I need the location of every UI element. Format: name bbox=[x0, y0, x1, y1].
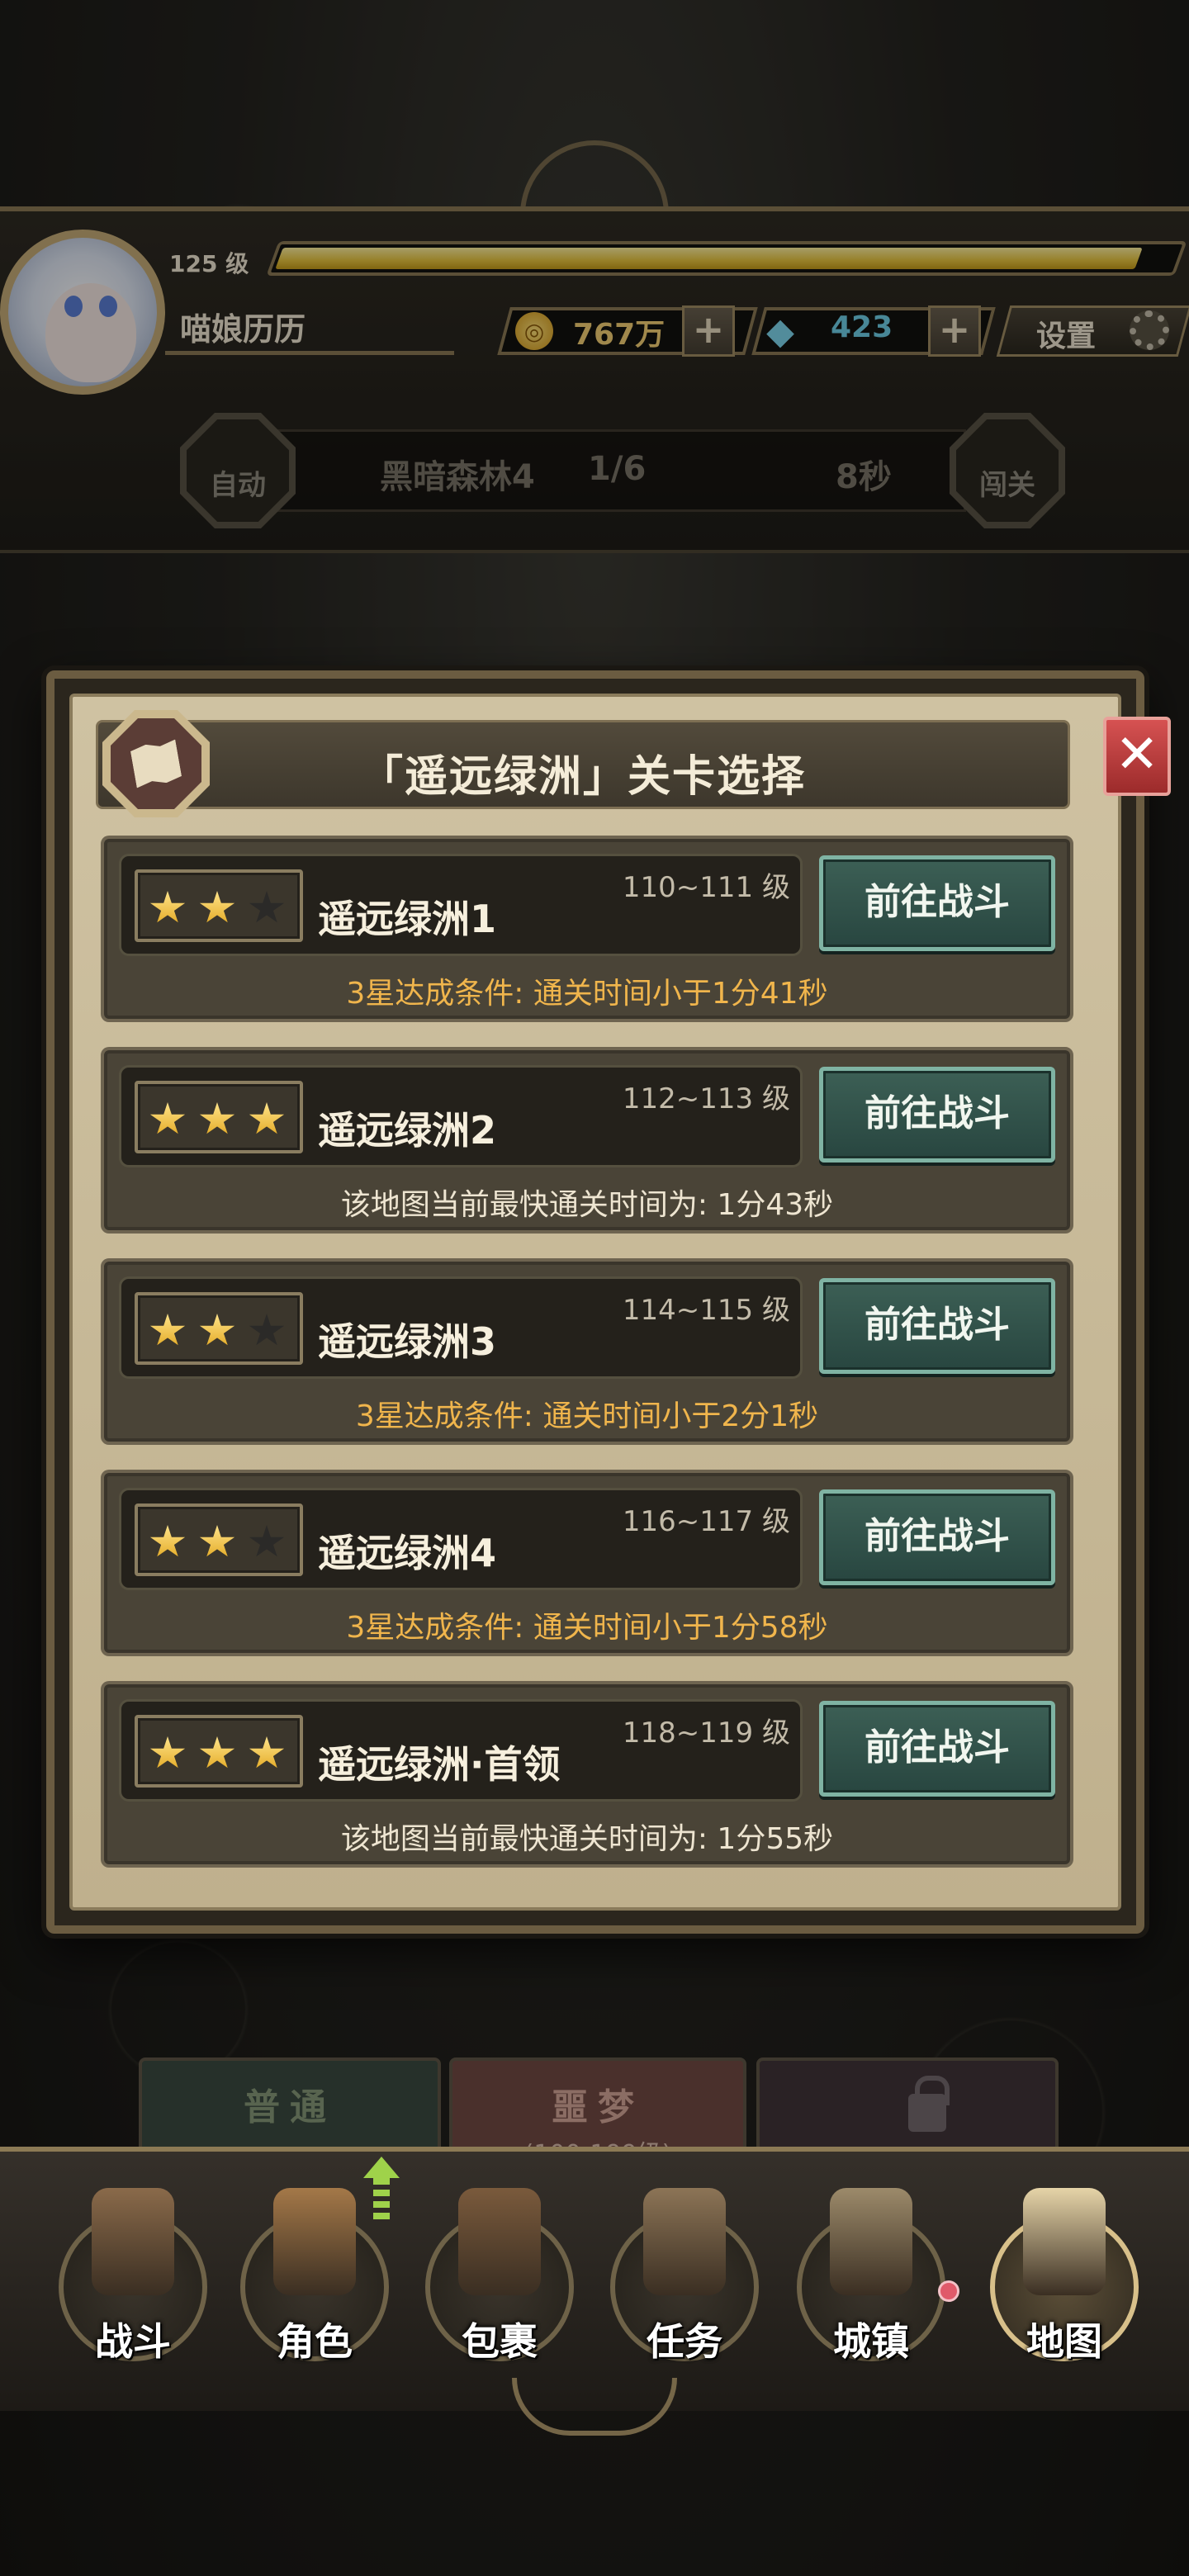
star-rating bbox=[135, 869, 303, 942]
stage-note: 3星达成条件: 通关时间小于2分1秒 bbox=[355, 1399, 819, 1433]
star-icon bbox=[149, 1314, 186, 1346]
stage-card: 遥远绿洲3 114~115 级前往战斗 3星达成条件: 通关时间小于2分1秒 bbox=[101, 1258, 1073, 1445]
nav-label: 地图 bbox=[1026, 2319, 1102, 2364]
go-to-battle-button[interactable]: 前往战斗 bbox=[819, 1278, 1055, 1374]
map-icon bbox=[1023, 2188, 1106, 2295]
stage-header: 遥远绿洲·首领 118~119 级 bbox=[119, 1699, 803, 1802]
stage-name: 遥远绿洲2 bbox=[318, 1108, 497, 1153]
star-icon bbox=[249, 1736, 285, 1769]
stage-card: 遥远绿洲2 112~113 级前往战斗该地图当前最快通关时间为: 1分43秒 bbox=[101, 1047, 1073, 1234]
star-rating bbox=[135, 1292, 303, 1365]
stage-name: 遥远绿洲3 bbox=[318, 1319, 497, 1364]
close-button[interactable]: ✕ bbox=[1103, 717, 1171, 796]
nav-label: 城镇 bbox=[833, 2319, 909, 2364]
nav-label: 任务 bbox=[647, 2319, 722, 2364]
stage-note: 3星达成条件: 通关时间小于1分58秒 bbox=[346, 1611, 828, 1645]
lock-icon bbox=[908, 2076, 950, 2132]
stage-card: 遥远绿洲·首领 118~119 级前往战斗该地图当前最快通关时间为: 1分55秒 bbox=[101, 1681, 1073, 1868]
star-rating bbox=[135, 1715, 303, 1788]
star-icon bbox=[199, 1314, 235, 1346]
nav-label: 战斗 bbox=[95, 2319, 171, 2364]
stage-header: 遥远绿洲1 110~111 级 bbox=[119, 854, 803, 956]
town-icon bbox=[830, 2188, 912, 2295]
star-icon bbox=[149, 1525, 186, 1557]
star-icon bbox=[149, 1736, 186, 1769]
stage-card: 遥远绿洲1 110~111 级前往战斗 3星达成条件: 通关时间小于1分41秒 bbox=[101, 836, 1073, 1022]
stage-level-range: 112~113 级 bbox=[622, 1082, 790, 1115]
nav-item-quest[interactable]: 任务 bbox=[598, 2180, 771, 2378]
nav-label: 角色 bbox=[277, 2319, 353, 2364]
quest-icon bbox=[643, 2188, 726, 2295]
stage-note: 该地图当前最快通关时间为: 1分43秒 bbox=[340, 1188, 834, 1222]
character-icon bbox=[273, 2188, 356, 2295]
stage-level-range: 118~119 级 bbox=[622, 1717, 790, 1750]
star-icon bbox=[199, 891, 235, 923]
stage-header: 遥远绿洲2 112~113 级 bbox=[119, 1065, 803, 1167]
stage-level-range: 114~115 级 bbox=[622, 1294, 790, 1327]
nav-item-bag[interactable]: 包裹 bbox=[413, 2180, 586, 2378]
go-to-battle-button[interactable]: 前往战斗 bbox=[819, 1489, 1055, 1585]
tab-normal-label: 普通 bbox=[244, 2086, 336, 2129]
nav-item-map[interactable]: 地图 bbox=[978, 2180, 1151, 2378]
star-icon bbox=[249, 1102, 285, 1134]
stage-note: 该地图当前最快通关时间为: 1分55秒 bbox=[340, 1822, 834, 1856]
nav-label: 包裹 bbox=[462, 2319, 538, 2364]
tab-nightmare-label: 噩梦 bbox=[552, 2086, 644, 2129]
stage-name: 遥远绿洲·首领 bbox=[318, 1742, 561, 1787]
star-rating bbox=[135, 1503, 303, 1576]
star-icon bbox=[199, 1102, 235, 1134]
dialog-title: 「遥远绿洲」关卡选择 bbox=[359, 752, 806, 802]
go-to-battle-button[interactable]: 前往战斗 bbox=[819, 1701, 1055, 1797]
notification-dot bbox=[938, 2280, 959, 2302]
battle-icon bbox=[92, 2188, 174, 2295]
go-to-battle-button[interactable]: 前往战斗 bbox=[819, 855, 1055, 951]
star-icon bbox=[249, 891, 285, 923]
stage-card: 遥远绿洲4 116~117 级前往战斗 3星达成条件: 通关时间小于1分58秒 bbox=[101, 1470, 1073, 1656]
stage-header: 遥远绿洲4 116~117 级 bbox=[119, 1488, 803, 1590]
nav-item-battle[interactable]: 战斗 bbox=[46, 2180, 220, 2378]
bag-icon bbox=[458, 2188, 541, 2295]
stage-level-range: 110~111 级 bbox=[622, 871, 790, 904]
stage-header: 遥远绿洲3 114~115 级 bbox=[119, 1276, 803, 1379]
upgrade-arrow-icon bbox=[363, 2157, 400, 2223]
star-icon bbox=[199, 1736, 235, 1769]
star-icon bbox=[199, 1525, 235, 1557]
nav-item-town[interactable]: 城镇 bbox=[784, 2180, 958, 2378]
stage-name: 遥远绿洲1 bbox=[318, 897, 497, 941]
star-icon bbox=[149, 1102, 186, 1134]
star-icon bbox=[249, 1525, 285, 1557]
stage-level-range: 116~117 级 bbox=[622, 1505, 790, 1538]
stage-note: 3星达成条件: 通关时间小于1分41秒 bbox=[346, 977, 828, 1011]
star-icon bbox=[249, 1314, 285, 1346]
star-icon bbox=[149, 891, 186, 923]
go-to-battle-button[interactable]: 前往战斗 bbox=[819, 1067, 1055, 1163]
stage-name: 遥远绿洲4 bbox=[318, 1531, 497, 1575]
star-rating bbox=[135, 1081, 303, 1153]
